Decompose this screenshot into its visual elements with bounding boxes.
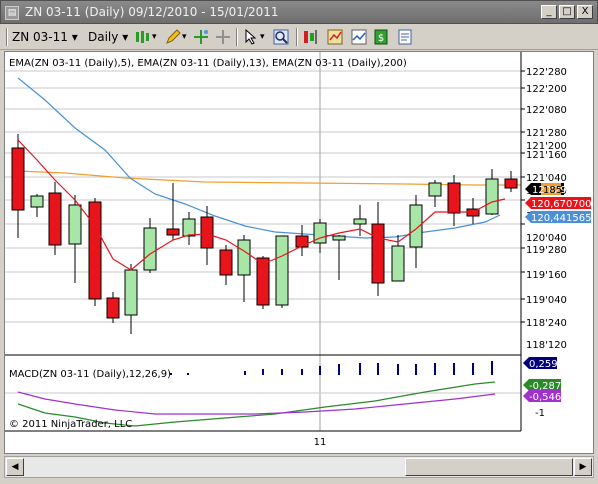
candle-down <box>200 216 214 249</box>
toolbar-separator <box>296 28 298 46</box>
svg-text:0,259: 0,259 <box>529 359 558 370</box>
price-axis-tick: 122'280 <box>526 67 567 78</box>
price-axis-tick: 121'160 <box>526 150 567 161</box>
instrument-label: ZN 03-11 <box>12 30 68 44</box>
chart-toolbar: ZN 03-11 ▾ Daily ▾ ▾ ▾ ▾ $ <box>0 24 598 50</box>
candle-up <box>124 269 138 316</box>
bar-type-icon[interactable] <box>134 28 152 46</box>
candle-down <box>88 201 102 300</box>
toolbar-separator <box>6 28 8 46</box>
candle-up <box>237 239 251 276</box>
pointer-icon[interactable] <box>242 28 260 46</box>
x-axis-label: 11 <box>314 437 327 448</box>
close-button[interactable]: X <box>577 5 593 19</box>
svg-text:-0,546: -0,546 <box>529 392 561 403</box>
candle-down <box>48 192 62 246</box>
candle-up <box>30 195 44 208</box>
candle-down <box>504 178 518 189</box>
price-axis-tick: 120'040 <box>526 233 567 244</box>
price-axis-tick: 118'240 <box>526 318 567 329</box>
ema13-badge: 120,441565 <box>525 211 591 224</box>
candle-down <box>106 297 120 319</box>
candle-down <box>371 223 385 284</box>
macd-signal-badge: -0,546 <box>523 390 561 403</box>
candlesticks <box>11 134 518 334</box>
window-title: ZN 03-11 (Daily) 09/12/2010 - 15/01/2011 <box>25 5 279 19</box>
ema200-path <box>17 170 521 186</box>
data-series-icon[interactable] <box>302 28 320 46</box>
properties-icon[interactable] <box>396 28 414 46</box>
price-axis-tick: 121'040 <box>526 173 567 184</box>
maximize-button[interactable]: □ <box>559 5 575 19</box>
window-controls: _ □ X <box>541 5 593 19</box>
app-icon: ▤ <box>5 6 19 20</box>
price-indicator-label: EMA(ZN 03-11 (Daily),5), EMA(ZN 03-11 (D… <box>9 58 407 69</box>
price-chart[interactable]: EMA(ZN 03-11 (Daily),5), EMA(ZN 03-11 (D… <box>5 52 595 455</box>
scroll-left-button[interactable]: ◀ <box>6 458 24 476</box>
candle-up <box>332 235 346 241</box>
indicators-icon[interactable] <box>350 28 368 46</box>
chevron-down-icon: ▾ <box>71 30 78 44</box>
candle-down <box>219 249 233 276</box>
chart-area[interactable]: EMA(ZN 03-11 (Daily),5), EMA(ZN 03-11 (D… <box>4 51 594 454</box>
copyright-text: © 2011 NinjaTrader, LLC <box>9 419 132 430</box>
candle-down <box>256 257 270 306</box>
strategies-icon[interactable] <box>326 28 344 46</box>
candle-up <box>143 227 157 271</box>
svg-text:120,441565: 120,441565 <box>531 213 591 224</box>
macd-label: MACD(ZN 03-11 (Daily),12,26,9) <box>9 369 171 380</box>
crosshair-icon[interactable] <box>192 28 210 46</box>
ema200-line <box>17 170 521 186</box>
candle-down <box>11 147 25 211</box>
chevron-down-icon[interactable]: ▾ <box>152 27 157 47</box>
candle-up <box>275 235 289 306</box>
price-axis-tick: 119'280 <box>526 245 567 256</box>
candle-up <box>182 218 196 237</box>
minimize-button[interactable]: _ <box>541 5 557 19</box>
candle-up <box>353 218 367 225</box>
chevron-down-icon: ▾ <box>122 30 129 44</box>
ema5-badge: 120,670700 <box>525 197 591 210</box>
pencil-icon[interactable] <box>164 28 182 46</box>
candle-down <box>447 182 461 214</box>
interval-selector[interactable]: Daily ▾ <box>88 27 128 47</box>
instrument-selector[interactable]: ZN 03-11 ▾ <box>12 27 78 47</box>
macd-signal-line <box>17 391 496 415</box>
toolbar-separator <box>236 28 238 46</box>
price-axis-tick: 119'040 <box>526 295 567 306</box>
horizontal-scrollbar[interactable]: ◀ ▶ <box>4 456 594 478</box>
price-axis-tick: 122'200 <box>526 84 567 95</box>
macd-histogram-badge: 0,259 <box>523 357 558 370</box>
svg-text:120,670700: 120,670700 <box>531 199 591 210</box>
macd-histogram <box>170 361 493 375</box>
chevron-down-icon[interactable]: ▾ <box>182 27 187 47</box>
scrollbar-thumb[interactable] <box>405 458 573 476</box>
macd-signal-path <box>17 391 496 415</box>
candle-up <box>391 245 405 282</box>
svg-text:$: $ <box>378 33 384 44</box>
price-axis-tick: 122'080 <box>526 105 567 116</box>
money-icon[interactable]: $ <box>372 28 390 46</box>
candle-up <box>68 204 82 245</box>
candle-up <box>485 178 499 215</box>
price-axis-tick: 119'160 <box>526 270 567 281</box>
macd-axis-tick: -1 <box>535 408 545 419</box>
candle-up <box>428 182 442 197</box>
last-price-badge: 120'290 185 <box>525 183 573 196</box>
interval-label: Daily <box>88 30 119 44</box>
candle-down <box>166 228 180 236</box>
window-titlebar: ▤ ZN 03-11 (Daily) 09/12/2010 - 15/01/20… <box>0 0 598 24</box>
price-axis-tick: 118'120 <box>526 340 567 351</box>
global-crosshair-icon[interactable] <box>214 28 232 46</box>
zoom-icon[interactable] <box>272 28 290 46</box>
scroll-right-button[interactable]: ▶ <box>574 458 592 476</box>
svg-text:185: 185 <box>543 185 562 196</box>
chevron-down-icon[interactable]: ▾ <box>260 27 265 47</box>
price-axis-tick: 121'280 <box>526 128 567 139</box>
